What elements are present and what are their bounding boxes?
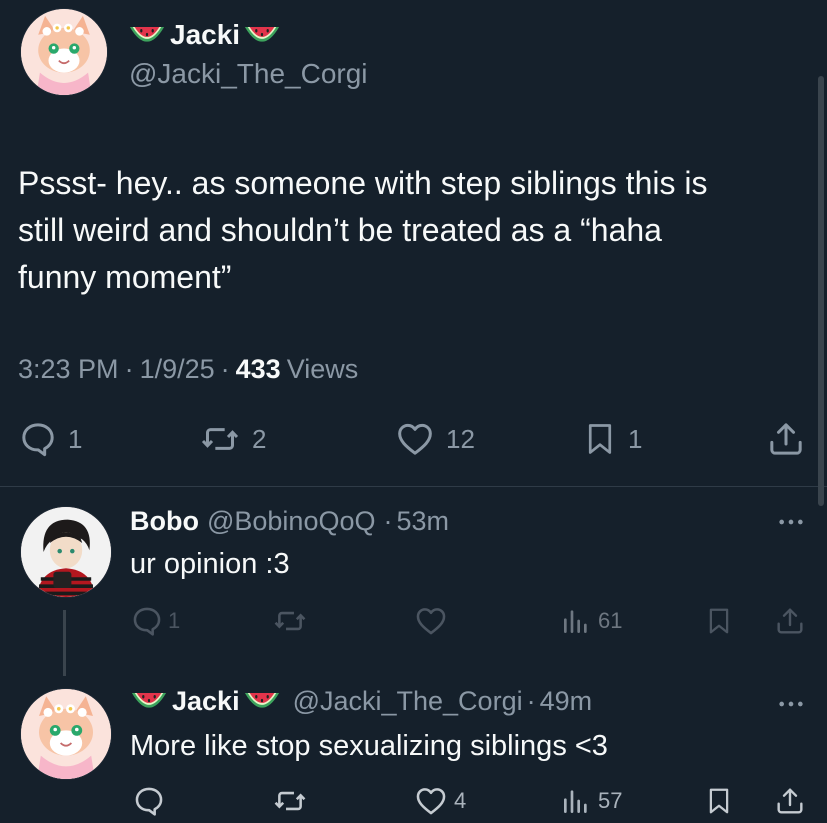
bookmark-button[interactable] [704, 604, 734, 638]
reply-header: Bobo @BobinoQoQ · 53m [130, 506, 449, 537]
bookmark-icon [704, 784, 734, 818]
reply-count: 1 [68, 423, 83, 454]
main-tweet-text: Pssst- hey.. as someone with step siblin… [18, 160, 808, 301]
share-button[interactable] [774, 604, 806, 638]
more-icon[interactable] [777, 690, 805, 718]
repost-icon [272, 604, 308, 638]
watermelon-icon [128, 24, 166, 47]
handle[interactable]: @BobinoQoQ [207, 506, 376, 537]
separator: · [383, 506, 393, 536]
bookmark-button[interactable]: 1 [582, 419, 642, 459]
views-button[interactable]: 57 [560, 784, 622, 818]
reply-avatar[interactable] [20, 688, 112, 780]
main-tweet-author[interactable]: Jacki [128, 16, 281, 54]
views-button[interactable]: 61 [560, 604, 622, 638]
separator: · [526, 686, 536, 716]
reply-count: 1 [168, 608, 181, 633]
reply-button[interactable] [132, 784, 166, 818]
main-tweet-handle[interactable]: @Jacki_The_Corgi [129, 58, 368, 90]
views-icon [560, 784, 592, 818]
thread-line [63, 610, 66, 676]
reply-icon [18, 419, 58, 459]
views-count: 433 [235, 354, 281, 384]
views-label: Views [286, 354, 359, 384]
tweet-text-line: funny moment” [18, 259, 232, 295]
scrollbar[interactable] [818, 76, 824, 506]
tweet-text-line: still weird and shouldn’t be treated as … [18, 212, 662, 248]
repost-count: 2 [252, 423, 267, 454]
repost-button[interactable] [272, 784, 308, 818]
heart-icon [414, 604, 448, 638]
reply-icon [130, 604, 164, 638]
tweet-text-line: Pssst- hey.. as someone with step siblin… [18, 165, 708, 201]
like-button[interactable] [414, 604, 448, 638]
more-icon[interactable] [777, 508, 805, 536]
reply-icon [132, 784, 166, 818]
reply-button[interactable]: 1 [130, 604, 180, 638]
heart-icon [394, 419, 436, 459]
like-count: 12 [446, 423, 475, 454]
repost-button[interactable]: 2 [198, 419, 266, 459]
share-icon [774, 604, 806, 638]
tweet-date[interactable]: 1/9/25 [140, 354, 215, 385]
separator: · [124, 354, 134, 384]
watermelon-icon [243, 690, 281, 713]
repost-icon [198, 419, 242, 459]
share-icon [766, 419, 806, 459]
share-button[interactable] [766, 419, 806, 459]
like-button[interactable]: 12 [394, 419, 475, 459]
repost-button[interactable] [272, 604, 308, 638]
like-count: 4 [454, 788, 467, 813]
main-tweet-avatar[interactable] [20, 8, 108, 96]
reply-text: ur opinion :3 [130, 548, 290, 580]
bookmark-icon [704, 604, 734, 638]
like-button[interactable]: 4 [414, 784, 466, 818]
reply-avatar[interactable] [20, 506, 112, 598]
bookmark-count: 1 [628, 423, 643, 454]
views-count: 61 [598, 608, 623, 633]
bookmark-icon [582, 419, 618, 459]
share-icon [774, 784, 806, 818]
reply-button[interactable]: 1 [18, 419, 82, 459]
tweet-time[interactable]: 3:23 PM [18, 354, 119, 385]
display-name[interactable]: Bobo [130, 506, 199, 537]
tweet-meta: 3:23 PM · 1/9/25 · 433 Views [18, 354, 358, 385]
watermelon-icon [243, 24, 281, 47]
display-name[interactable]: Jacki [172, 686, 240, 717]
heart-icon [414, 784, 448, 818]
reply-text: More like stop sexualizing siblings <3 [130, 730, 608, 762]
separator: · [220, 354, 230, 384]
handle[interactable]: @Jacki_The_Corgi [293, 686, 523, 717]
reply-time[interactable]: 53m [396, 506, 449, 537]
divider [0, 486, 827, 487]
repost-icon [272, 784, 308, 818]
watermelon-icon [130, 690, 168, 713]
reply-header: Jacki @Jacki_The_Corgi · 49m [130, 686, 592, 717]
reply-time[interactable]: 49m [540, 686, 593, 717]
bookmark-button[interactable] [704, 784, 734, 818]
display-name: Jacki [170, 19, 241, 50]
share-button[interactable] [774, 784, 806, 818]
views-count: 57 [598, 788, 623, 813]
views-icon [560, 604, 592, 638]
